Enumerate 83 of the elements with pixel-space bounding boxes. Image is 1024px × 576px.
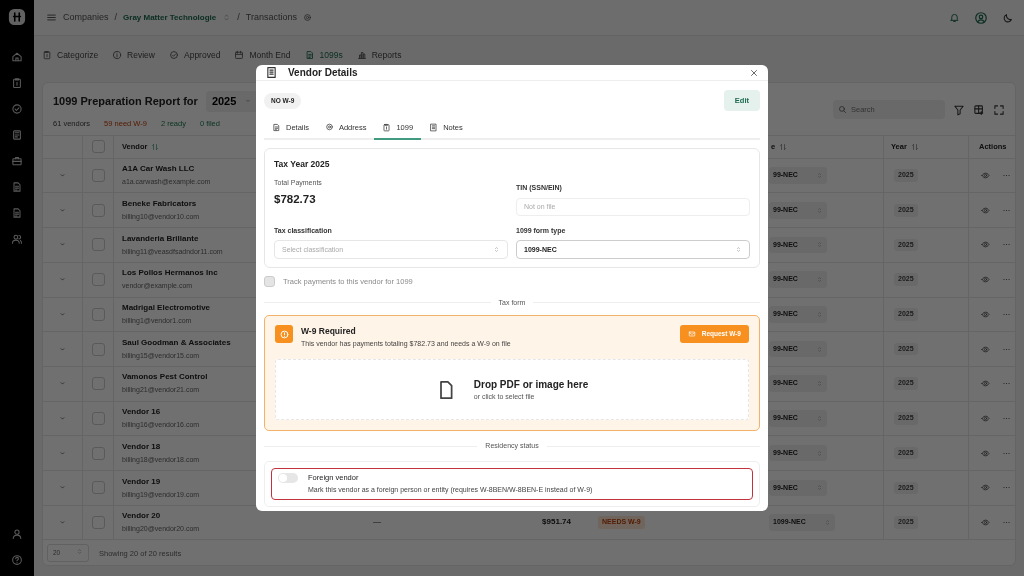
eye-icon[interactable] bbox=[981, 275, 990, 285]
bar-chart-icon bbox=[356, 50, 367, 60]
bell-icon[interactable] bbox=[949, 12, 960, 23]
breadcrumb-separator: / bbox=[237, 10, 240, 24]
sort-icon[interactable] bbox=[151, 142, 160, 151]
chevron-updown-icon bbox=[493, 246, 500, 254]
year-selector[interactable]: 2025 bbox=[205, 91, 259, 112]
document-icon bbox=[272, 123, 281, 133]
settings-icon[interactable] bbox=[302, 13, 312, 22]
file-text-icon[interactable] bbox=[11, 207, 23, 219]
moon-icon[interactable] bbox=[1002, 11, 1014, 24]
mail-icon bbox=[687, 329, 696, 338]
chevron-updown-icon bbox=[735, 246, 742, 254]
vendor-name: Beneke Fabricators bbox=[122, 198, 198, 211]
tin-cell: — bbox=[373, 516, 381, 529]
vendor-name: Los Pollos Hermanos Inc bbox=[122, 267, 218, 280]
users-icon[interactable] bbox=[11, 233, 23, 245]
vendor-name: Lavanderia Brillante bbox=[122, 232, 200, 245]
receipt-icon bbox=[265, 66, 278, 79]
eye-icon[interactable] bbox=[981, 379, 990, 389]
columns-icon[interactable] bbox=[973, 103, 985, 116]
clipboard-icon bbox=[382, 123, 392, 133]
page-title: Transactions bbox=[245, 10, 297, 24]
nav-tab[interactable]: Month End bbox=[234, 48, 291, 62]
section-title: Tax Year 2025 bbox=[274, 157, 331, 171]
breadcrumb-link[interactable]: Companies bbox=[63, 10, 109, 25]
sort-icon[interactable] bbox=[779, 142, 788, 151]
clipboard-icon[interactable] bbox=[11, 77, 23, 89]
company-selector[interactable]: Gray Matter Technologie bbox=[123, 11, 217, 24]
nav-tab[interactable]: 1099s bbox=[304, 48, 343, 62]
vendor-name: Saul Goodman & Associates bbox=[122, 336, 231, 349]
dialog-title: Vendor Details bbox=[288, 66, 358, 80]
toggle-switch[interactable] bbox=[278, 472, 298, 483]
vendor-name: A1A Car Wash LLC bbox=[122, 163, 196, 176]
check-circle-icon[interactable] bbox=[11, 103, 23, 115]
board-icon bbox=[42, 50, 52, 60]
eye-icon[interactable] bbox=[981, 517, 990, 527]
fullscreen-icon[interactable] bbox=[993, 103, 1005, 116]
alert-title: W-9 Required bbox=[301, 325, 357, 338]
close-button[interactable] bbox=[749, 67, 759, 78]
eye-icon[interactable] bbox=[981, 171, 990, 181]
vendor-name: Vendor 20 bbox=[122, 510, 162, 523]
eye-icon[interactable] bbox=[981, 205, 990, 215]
total-amount: $951.74 bbox=[542, 516, 571, 529]
close-icon bbox=[749, 67, 759, 78]
home-icon[interactable] bbox=[11, 51, 23, 63]
notes-icon bbox=[429, 123, 439, 133]
location-pin-icon bbox=[324, 123, 334, 133]
eye-icon[interactable] bbox=[981, 413, 990, 423]
nav-tab[interactable]: Review bbox=[112, 48, 155, 62]
drop-title: Drop PDF or image here bbox=[473, 378, 589, 392]
nav-tab[interactable]: Categorize bbox=[42, 48, 99, 62]
eye-icon[interactable] bbox=[981, 344, 990, 354]
vendor-name: Vendor 16 bbox=[122, 406, 162, 419]
user-circle-icon[interactable] bbox=[974, 10, 988, 25]
help-icon[interactable] bbox=[11, 554, 23, 566]
chevron-updown-icon bbox=[76, 548, 83, 556]
chevron-updown-icon[interactable] bbox=[222, 13, 232, 22]
eye-icon[interactable] bbox=[981, 448, 990, 458]
eye-icon[interactable] bbox=[981, 240, 990, 250]
vendor-name: Vendor 19 bbox=[122, 475, 162, 488]
document-icon bbox=[304, 50, 315, 60]
document-icon[interactable] bbox=[11, 181, 23, 193]
eye-icon[interactable] bbox=[981, 309, 990, 319]
vendor-name: Vendor 18 bbox=[122, 440, 162, 453]
user-icon[interactable] bbox=[11, 528, 23, 540]
menu-icon[interactable] bbox=[46, 12, 57, 23]
report-title: 1099 Preparation Report for bbox=[53, 94, 198, 109]
sort-icon[interactable] bbox=[910, 142, 919, 151]
check-circle-icon bbox=[169, 50, 179, 60]
logo-icon[interactable] bbox=[8, 8, 26, 26]
total-payments-value: $782.73 bbox=[274, 191, 317, 207]
breadcrumb-separator: / bbox=[114, 10, 118, 24]
filter-icon[interactable] bbox=[953, 103, 965, 116]
nav-tab[interactable]: Reports bbox=[356, 48, 402, 62]
info-icon bbox=[112, 50, 123, 60]
eye-icon[interactable] bbox=[981, 483, 990, 493]
alert-icon bbox=[275, 325, 293, 343]
briefcase-icon[interactable] bbox=[11, 155, 23, 167]
nav-tab[interactable]: Approved bbox=[169, 48, 221, 62]
vendor-name: Vamonos Pest Control bbox=[122, 371, 208, 384]
vendor-name: Madrigal Electromotive bbox=[122, 302, 211, 315]
calendar-icon bbox=[234, 50, 245, 60]
